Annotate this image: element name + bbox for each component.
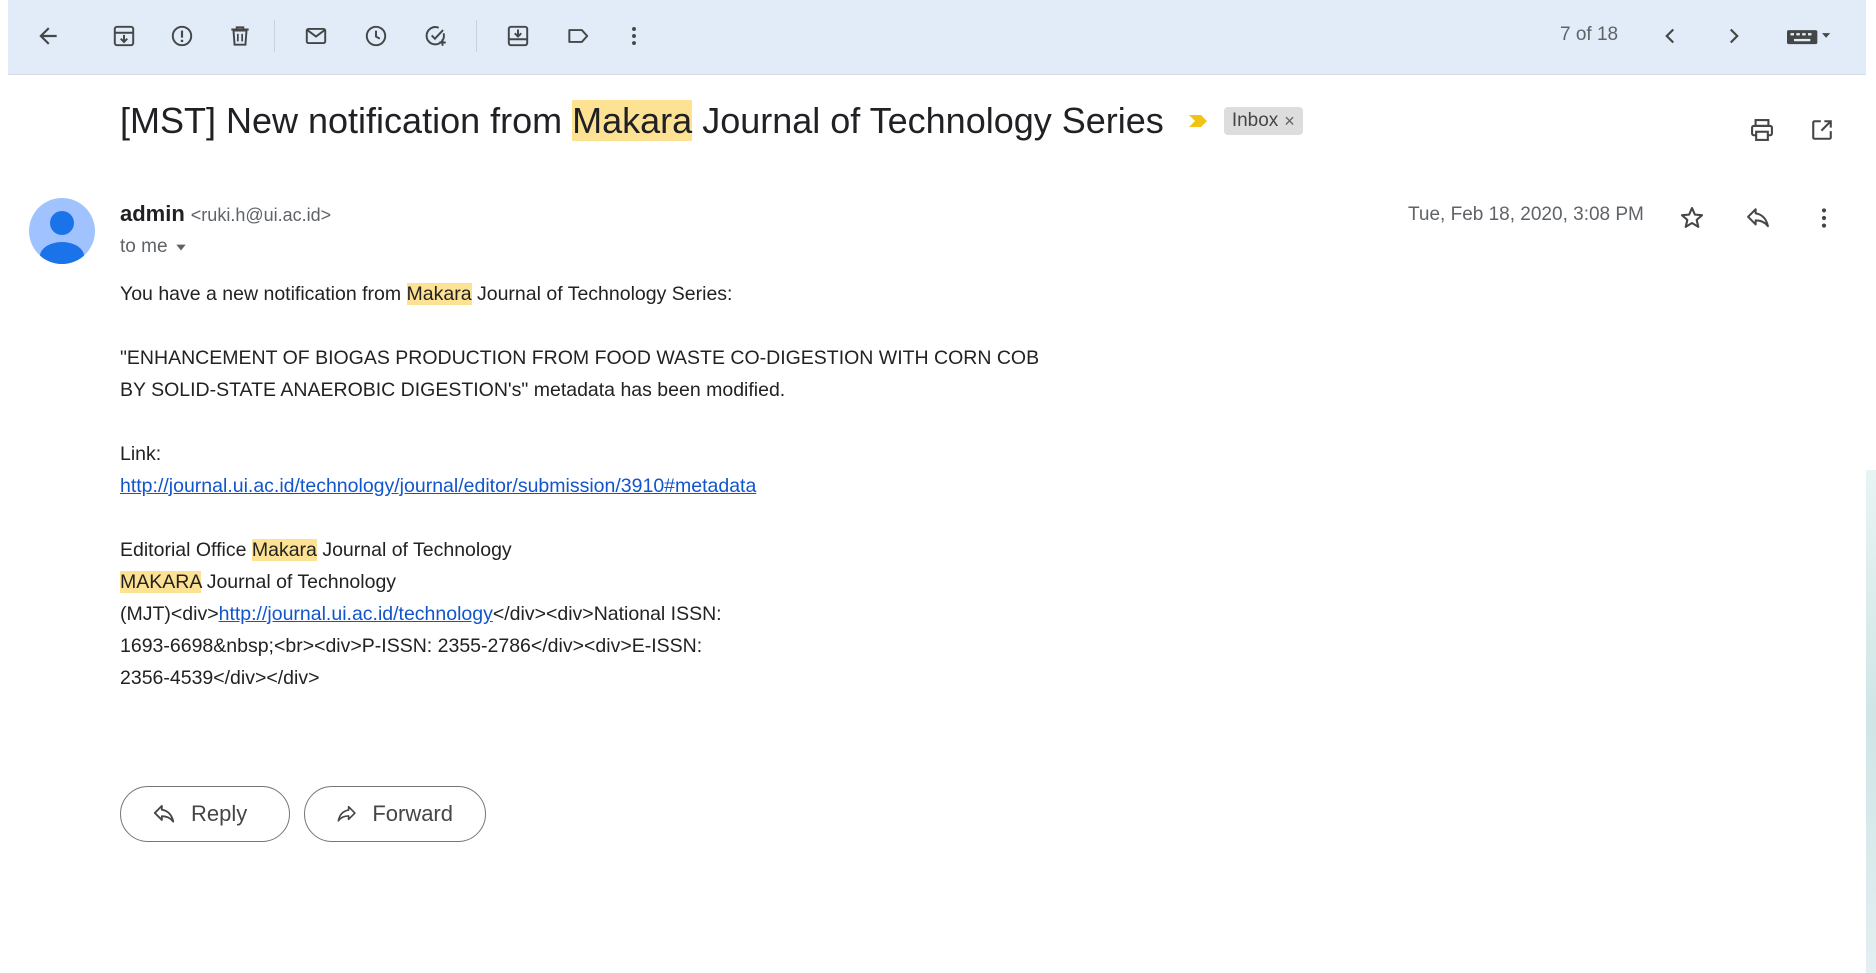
email-body: You have a new notification from Makara … xyxy=(120,278,1220,694)
remove-label-icon[interactable]: × xyxy=(1284,111,1295,132)
forward-button-label: Forward xyxy=(372,801,453,826)
subject-row: [MST] New notification from Makara Journ… xyxy=(120,100,1303,142)
sender-email: <ruki.h@ui.ac.id> xyxy=(190,205,332,225)
reply-button-label: Reply xyxy=(191,801,248,826)
toolbar: 7 of 18 xyxy=(8,0,1866,75)
journal-link[interactable]: http://journal.ui.ac.id/technology xyxy=(219,603,493,625)
email-date: Tue, Feb 18, 2020, 3:08 PM xyxy=(1408,204,1644,225)
body-title-line: "ENHANCEMENT OF BIOGAS PRODUCTION FROM F… xyxy=(120,347,1040,369)
reply-icon xyxy=(153,804,175,823)
delete-icon[interactable] xyxy=(222,18,258,54)
label-icon[interactable] xyxy=(560,18,596,54)
star-icon[interactable] xyxy=(1674,200,1710,236)
signature-line: MAKARA Journal of Technology xyxy=(120,571,397,593)
move-to-icon[interactable] xyxy=(500,18,536,54)
submission-link[interactable]: http://journal.ui.ac.id/technology/journ… xyxy=(120,475,756,497)
chevron-down-icon xyxy=(175,244,186,251)
body-link-label: Link: xyxy=(120,443,162,465)
importance-marker-icon[interactable] xyxy=(1186,109,1210,133)
back-arrow-icon[interactable] xyxy=(30,18,66,54)
pager-count: 7 of 18 xyxy=(1560,24,1619,45)
reply-icon[interactable] xyxy=(1740,200,1776,236)
background-strip xyxy=(1866,470,1876,973)
search-highlight: MAKARA xyxy=(120,571,202,593)
forward-icon xyxy=(337,805,356,822)
recipient-details[interactable]: to me xyxy=(120,236,188,258)
body-title-line: BY SOLID-STATE ANAEROBIC DIGESTION's" me… xyxy=(120,379,786,401)
more-vert-icon[interactable] xyxy=(616,18,652,54)
signature-line: 2356-4539</div></div> xyxy=(120,667,320,689)
keyboard-icon[interactable] xyxy=(1778,18,1838,54)
open-in-new-window-icon[interactable] xyxy=(1804,112,1840,148)
mark-unread-icon[interactable] xyxy=(298,18,334,54)
print-icon[interactable] xyxy=(1744,112,1780,148)
email-subject: [MST] New notification from Makara Journ… xyxy=(120,100,1164,141)
label-chip-inbox: Inbox × xyxy=(1223,107,1303,135)
toolbar-divider xyxy=(476,20,477,52)
chevron-left-icon[interactable] xyxy=(1652,18,1688,54)
report-spam-icon[interactable] xyxy=(164,18,200,54)
more-vert-icon[interactable] xyxy=(1806,200,1842,236)
sender-row: admin <ruki.h@ui.ac.id> xyxy=(120,201,331,227)
signature-line: (MJT)<div>http://journal.ui.ac.id/techno… xyxy=(120,603,722,625)
signature-line: 1693-6698&nbsp;<br><div>P-ISSN: 2355-278… xyxy=(120,635,703,657)
label-chip-text: Inbox xyxy=(1231,110,1279,131)
search-highlight: Makara xyxy=(406,283,472,305)
avatar[interactable] xyxy=(29,198,95,264)
snooze-icon[interactable] xyxy=(358,18,394,54)
recipient-label: to me xyxy=(120,236,168,257)
toolbar-divider xyxy=(274,20,275,52)
search-highlight: Makara xyxy=(251,539,317,561)
chevron-right-icon[interactable] xyxy=(1716,18,1752,54)
add-to-tasks-icon[interactable] xyxy=(418,18,454,54)
sender-name[interactable]: admin xyxy=(120,201,185,227)
signature-line: Editorial Office Makara Journal of Techn… xyxy=(120,539,512,561)
search-highlight: Makara xyxy=(572,100,693,141)
forward-button[interactable]: Forward xyxy=(304,786,486,842)
archive-icon[interactable] xyxy=(106,18,142,54)
body-intro: You have a new notification from Makara … xyxy=(120,283,733,305)
reply-button[interactable]: Reply xyxy=(120,786,290,842)
